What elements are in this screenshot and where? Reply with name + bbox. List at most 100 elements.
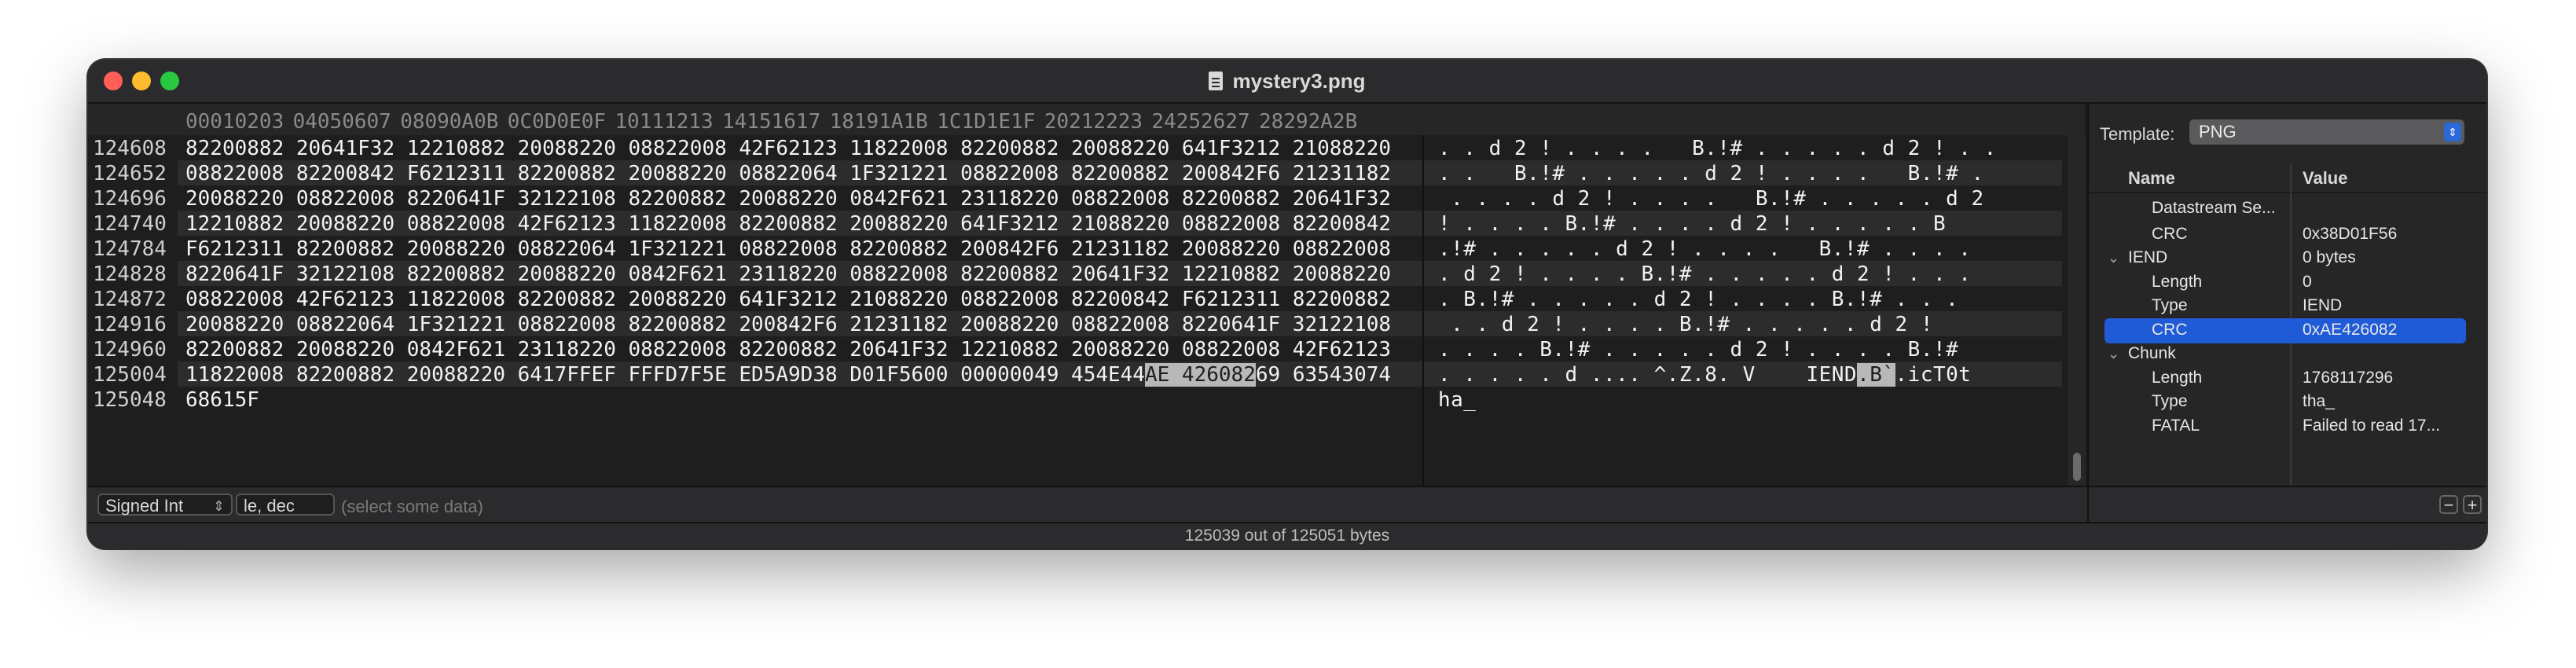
hex-data-area[interactable]: 124608 82200882 20641F32 12210882 2008822…: [88, 135, 2084, 544]
hex-row[interactable]: 124740 12210882 20088220 08822008 42F6212…: [88, 211, 2084, 236]
hex-row[interactable]: 124872 08822008 42F62123 11822008 8220088…: [88, 286, 2084, 311]
data-inspector-bar: Signed Int ⇕ le, dec (select some data): [88, 486, 2087, 522]
tree-item-type[interactable]: Type IEND: [2089, 294, 2486, 319]
hex-bytes[interactable]: 20088220 08822064 1F321221 08822008 8220…: [185, 313, 1391, 336]
ascii-text[interactable]: . B.!# . . . . . d 2 ! . . . . B.!# . . …: [1438, 288, 1958, 311]
tree-item-crc[interactable]: CRC 0x38D01F56: [2089, 222, 2486, 248]
tree-item-length[interactable]: Length 1768117296: [2089, 366, 2486, 391]
tree-item-value: Failed to read 17...: [2303, 416, 2441, 435]
hex-bytes[interactable]: 11822008 82200882 20088220 6417FFEF FFFD…: [185, 363, 1391, 387]
hex-row[interactable]: 124608 82200882 20641F32 12210882 2008822…: [88, 135, 2084, 160]
hex-bytes[interactable]: 12210882 20088220 08822008 42F62123 1182…: [185, 212, 1391, 236]
hex-column-label: 14151617: [722, 110, 821, 134]
hex-row[interactable]: 125004 11822008 82200882 20088220 6417FFE…: [88, 362, 2084, 387]
template-select[interactable]: PNG ⇕: [2189, 119, 2464, 145]
tree-item-datastream-se[interactable]: Datastream Se...: [2089, 196, 2486, 222]
hex-bytes[interactable]: F6212311 82200882 20088220 08822064 1F32…: [185, 237, 1391, 261]
disclosure-chevron-icon[interactable]: ⌄: [2108, 250, 2119, 266]
ascii-text[interactable]: ha_: [1438, 388, 1476, 412]
ascii-text[interactable]: . . B.!# . . . . . d 2 ! . . . . B.!# .: [1438, 162, 1984, 185]
hex-bytes[interactable]: 68615F: [185, 388, 259, 412]
remove-button[interactable]: −: [2439, 495, 2458, 514]
hex-row[interactable]: 124828 8220641F 32122108 82200882 2008822…: [88, 261, 2084, 286]
scrollbar-thumb[interactable]: [2073, 453, 2081, 481]
ascii-row-background: [1433, 387, 2062, 412]
disclosure-chevron-icon[interactable]: ⌄: [2108, 346, 2119, 362]
tree-header: Name Value: [2089, 163, 2486, 193]
hex-row[interactable]: 124960 82200882 20088220 0842F621 2311822…: [88, 336, 2084, 362]
window-title: mystery3.png: [88, 69, 2486, 94]
row-offset: 125004: [93, 363, 167, 387]
hex-bytes-before-selection[interactable]: 11822008 82200882 20088220 6417FFEF FFFD…: [185, 363, 1145, 387]
ascii-text[interactable]: . . d 2 ! . . . . B.!# . . . . . d 2 !: [1438, 313, 1933, 336]
document-icon: [1209, 72, 1224, 90]
tree-item-value: tha_: [2303, 392, 2335, 410]
hex-bytes[interactable]: 82200882 20088220 0842F621 23118220 0882…: [185, 338, 1391, 362]
tree-item-value: 0xAE426082: [2303, 320, 2398, 339]
template-label: Template:: [2100, 124, 2175, 144]
hex-ascii-divider: [1422, 135, 1424, 544]
hex-row-background: [178, 387, 1507, 412]
tree-item-name: Length: [2152, 368, 2203, 387]
tree-item-iend[interactable]: ⌄ IEND 0 bytes: [2089, 246, 2486, 271]
tree-item-name: FATAL: [2152, 416, 2200, 435]
tree-item-length[interactable]: Length 0: [2089, 270, 2486, 295]
hex-bytes[interactable]: 82200882 20641F32 12210882 20088220 0882…: [185, 137, 1391, 160]
byte-position-status: 125039 out of 125051 bytes: [1184, 527, 1390, 545]
hex-column-label: 24252627: [1151, 110, 1250, 134]
hex-bytes-after-selection[interactable]: 69 63543074: [1256, 363, 1391, 387]
ascii-text[interactable]: . . . . d 2 ! . . . . B.!# . . . . . d 2: [1438, 187, 1984, 211]
hex-row[interactable]: 125048 68615F ha_: [88, 387, 2084, 412]
hex-column-label: 18191A1B: [829, 110, 928, 134]
hex-row[interactable]: 124696 20088220 08822008 8220641F 3212210…: [88, 185, 2084, 211]
ascii-text[interactable]: . . . . B.!# . . . . . d 2 ! . . . . B.!…: [1438, 338, 1958, 362]
add-button[interactable]: +: [2463, 495, 2482, 514]
hex-selection[interactable]: AE 426082: [1144, 363, 1256, 387]
hex-column-header: 00010203 04050607 08090A0B 0C0D0E0F 10111213…: [88, 104, 2084, 135]
ascii-text[interactable]: .!# . . . . . d 2 ! . . . . B.!# . . . .: [1438, 237, 1971, 261]
ascii-text[interactable]: . . . . . d .... ^.Z.8. V IEND.B`.icT0t: [1438, 363, 1971, 387]
hex-bytes[interactable]: 8220641F 32122108 82200882 20088220 0842…: [185, 262, 1391, 286]
number-type-select[interactable]: Signed Int ⇕: [97, 494, 233, 516]
tree-item-fatal[interactable]: FATAL Failed to read 17...: [2089, 414, 2486, 439]
hex-row[interactable]: 124784 F6212311 82200882 20088220 0882206…: [88, 236, 2084, 261]
hex-editor-window: mystery3.png 00010203 04050607 08090A0B 0C0…: [88, 60, 2486, 549]
value-column-header[interactable]: Value: [2303, 168, 2347, 189]
hex-column-label: 10111213: [615, 110, 714, 134]
tree-item-chunk[interactable]: ⌄ Chunk: [2089, 342, 2486, 367]
hex-bytes[interactable]: 08822008 42F62123 11822008 82200882 2008…: [185, 288, 1391, 311]
hex-bytes[interactable]: 20088220 08822008 8220641F 32122108 8220…: [185, 187, 1391, 211]
tree-item-name: CRC: [2152, 320, 2188, 339]
tree-item-name: Type: [2152, 392, 2188, 410]
tree-item-name: Type: [2152, 296, 2188, 314]
hex-row[interactable]: 124652 08822008 82200842 F6212311 8220088…: [88, 160, 2084, 185]
ascii-after-selection[interactable]: .icT0t: [1895, 363, 1972, 387]
template-sidebar: Template: PNG ⇕ Name Value Datastream Se…: [2087, 104, 2486, 486]
row-offset: 124652: [93, 162, 167, 185]
tree-item-value: IEND: [2303, 296, 2343, 314]
number-type-value: Signed Int: [105, 496, 184, 516]
name-column-header[interactable]: Name: [2128, 168, 2175, 189]
ascii-selection[interactable]: .B`: [1857, 363, 1895, 387]
endian-select[interactable]: le, dec: [236, 494, 335, 516]
row-offset: 124696: [93, 187, 167, 211]
template-value: PNG: [2199, 122, 2237, 141]
tree-item-type[interactable]: Type tha_: [2089, 390, 2486, 415]
window-title-text: mystery3.png: [1232, 69, 1366, 93]
inspector-hint: (select some data): [341, 497, 483, 516]
hex-column-label: 1C1D1E1F: [937, 110, 1036, 134]
tree-item-value: 1768117296: [2303, 368, 2394, 387]
tree-item-crc[interactable]: CRC 0xAE426082: [2104, 317, 2466, 343]
ascii-text[interactable]: ! . . . . B.!# . . . . d 2 ! . . . . . B: [1438, 212, 1946, 236]
tree-item-name: Datastream Se...: [2152, 199, 2276, 217]
vertical-scrollbar[interactable]: [2068, 135, 2086, 544]
hex-column-label: 00010203: [185, 110, 284, 134]
hex-row[interactable]: 124916 20088220 08822064 1F321221 0882200…: [88, 311, 2084, 336]
row-offset: 125048: [93, 388, 167, 412]
hex-bytes[interactable]: 08822008 82200842 F6212311 82200882 2008…: [185, 162, 1391, 185]
ascii-before-selection[interactable]: . . . . . d .... ^.Z.8. V IEND: [1438, 363, 1857, 387]
tree-item-value: 0: [2303, 272, 2312, 291]
row-offset: 124828: [93, 262, 167, 286]
ascii-text[interactable]: . d 2 ! . . . . B.!# . . . . . d 2 ! . .…: [1438, 262, 1971, 286]
ascii-text[interactable]: . . d 2 ! . . . . B.!# . . . . . d 2 ! .…: [1438, 137, 1997, 160]
